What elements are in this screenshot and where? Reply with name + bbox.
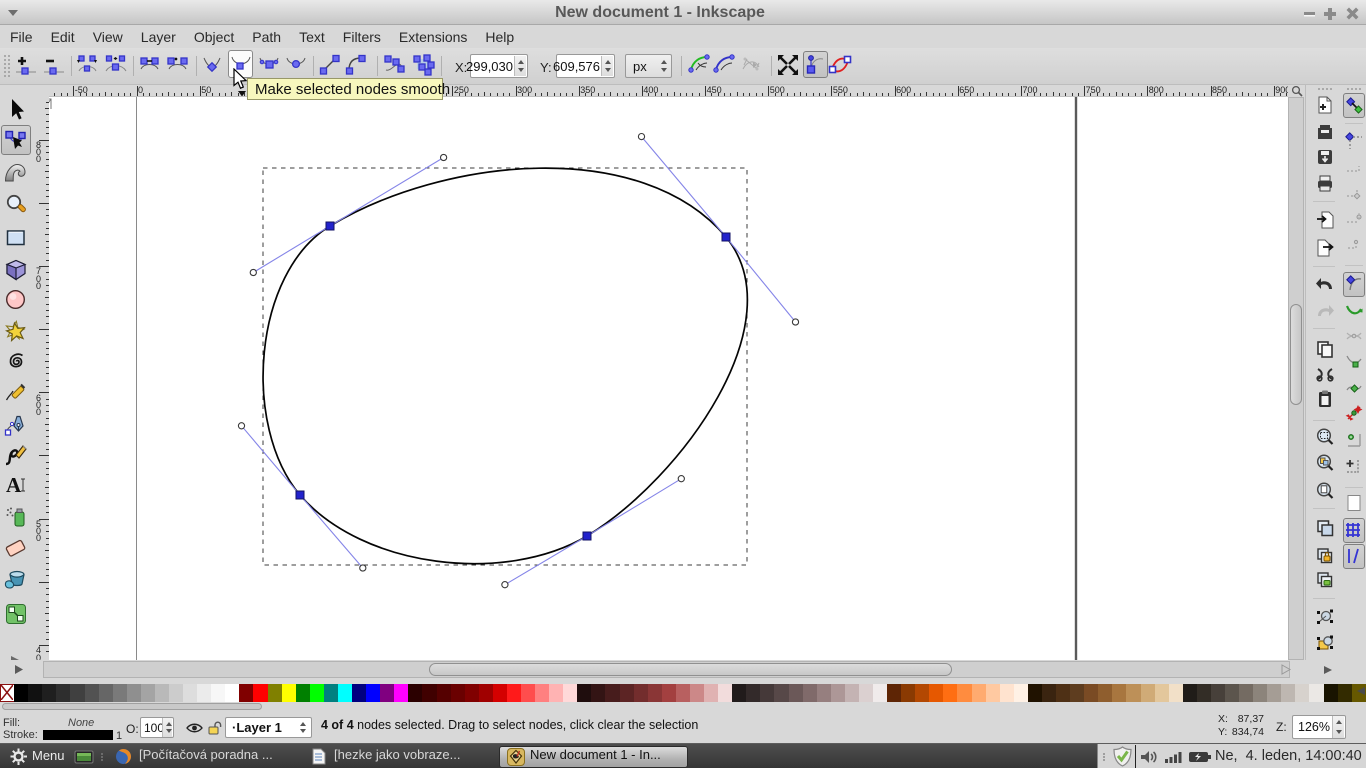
svg-text:A: A: [6, 473, 22, 497]
